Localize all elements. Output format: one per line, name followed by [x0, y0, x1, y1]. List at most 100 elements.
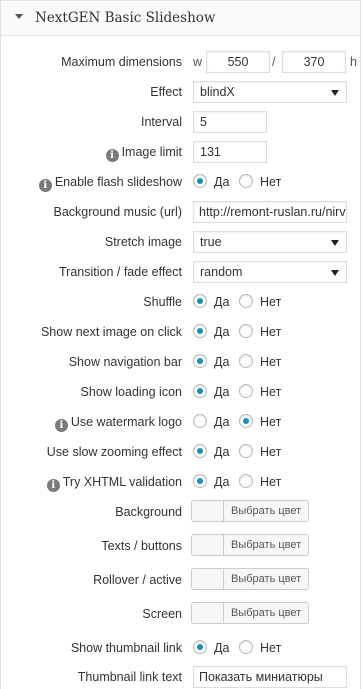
thumbnail-link-text-input[interactable]: Показать миниатюры	[193, 666, 347, 688]
shuffle-no-radio[interactable]	[239, 294, 253, 308]
effect-label: Effect	[150, 85, 182, 99]
show-thumbnail-link-label: Show thumbnail link	[70, 641, 182, 655]
slideshow-settings-panel: NextGEN Basic Slideshow Maximum dimensio…	[0, 0, 361, 689]
show-loading-icon-yes-radio[interactable]	[193, 384, 207, 398]
show-thumbnail-link-yes-label[interactable]: Да	[214, 636, 229, 660]
show-nav-bar-label: Show navigation bar	[68, 355, 182, 369]
show-loading-icon-yes-label[interactable]: Да	[214, 380, 229, 404]
dropdown-arrow-icon	[331, 270, 339, 276]
transition-select[interactable]: random	[193, 261, 347, 283]
shuffle-yes-radio[interactable]	[193, 294, 207, 308]
show-nav-bar-no-radio[interactable]	[239, 354, 253, 368]
max-width-input[interactable]: 550	[206, 51, 270, 73]
stretch-image-label: Stretch image	[104, 235, 182, 249]
texts-buttons-color-label: Texts / buttons	[101, 539, 182, 553]
width-prefix: w	[193, 55, 203, 69]
stretch-image-select[interactable]: true	[193, 231, 347, 253]
background-color-button[interactable]: Выбрать цвет	[224, 500, 310, 522]
slow-zoom-no-label[interactable]: Нет	[260, 440, 281, 464]
use-watermark-yes-label[interactable]: Да	[214, 410, 229, 434]
flash-slideshow-no-label[interactable]: Нет	[260, 170, 281, 194]
show-loading-icon-no-radio[interactable]	[239, 384, 253, 398]
thumbnail-link-text-label: Thumbnail link text	[77, 670, 182, 684]
row-xhtml-validation: i Try XHTML validation Да Нет	[1, 470, 362, 494]
flash-slideshow-yes-label[interactable]: Да	[214, 170, 229, 194]
max-height-input[interactable]: 370	[282, 51, 346, 73]
row-screen-color: Screen Выбрать цвет	[1, 602, 362, 626]
rollover-color-button[interactable]: Выбрать цвет	[224, 568, 310, 590]
row-texts-buttons-color: Texts / buttons Выбрать цвет	[1, 534, 362, 558]
show-loading-icon-label: Show loading icon	[80, 385, 182, 399]
use-watermark-no-label[interactable]: Нет	[260, 410, 281, 434]
panel-header[interactable]: NextGEN Basic Slideshow	[1, 1, 360, 36]
info-icon[interactable]: i	[105, 149, 119, 162]
show-next-on-click-yes-label[interactable]: Да	[214, 320, 229, 344]
xhtml-validation-no-label[interactable]: Нет	[260, 470, 281, 494]
row-image-limit: i Image limit 131	[1, 140, 362, 164]
show-nav-bar-yes-label[interactable]: Да	[214, 350, 229, 374]
flash-slideshow-label-wrap: i Enable flash slideshow	[38, 170, 182, 194]
screen-color-button[interactable]: Выбрать цвет	[224, 602, 310, 624]
slow-zoom-yes-radio[interactable]	[193, 444, 207, 458]
info-icon[interactable]: i	[46, 479, 60, 492]
slow-zoom-no-radio[interactable]	[239, 444, 253, 458]
flash-slideshow-no-radio[interactable]	[239, 174, 253, 188]
row-show-nav-bar: Show navigation bar Да Нет	[1, 350, 362, 374]
dropdown-arrow-icon	[331, 90, 339, 96]
xhtml-validation-label: Try XHTML validation	[62, 475, 182, 489]
xhtml-validation-yes-label[interactable]: Да	[214, 470, 229, 494]
image-limit-input[interactable]: 131	[193, 141, 267, 163]
texts-buttons-color-button[interactable]: Выбрать цвет	[224, 534, 310, 556]
image-limit-label: Image limit	[121, 145, 182, 159]
flash-slideshow-label: Enable flash slideshow	[54, 175, 182, 189]
row-use-watermark: i Use watermark logo Да Нет	[1, 410, 362, 434]
background-music-label: Background music (url)	[53, 205, 182, 219]
screen-color-swatch[interactable]	[191, 602, 224, 624]
show-next-on-click-no-radio[interactable]	[239, 324, 253, 338]
background-color-swatch[interactable]	[191, 500, 224, 522]
texts-buttons-color-swatch[interactable]	[191, 534, 224, 556]
screen-color-label: Screen	[142, 607, 182, 621]
row-stretch-image: Stretch image true	[1, 230, 362, 254]
row-show-thumbnail-link: Show thumbnail link Да Нет	[1, 636, 362, 660]
rollover-color-label: Rollover / active	[93, 573, 182, 587]
background-music-input[interactable]: http://remont-ruslan.ru/nirv	[193, 201, 347, 223]
shuffle-yes-label[interactable]: Да	[214, 290, 229, 314]
max-dimensions-label: Maximum dimensions	[61, 55, 182, 69]
use-watermark-no-radio[interactable]	[239, 414, 253, 428]
show-thumbnail-link-no-label[interactable]: Нет	[260, 636, 281, 660]
collapse-arrow-icon[interactable]	[15, 14, 23, 19]
transition-label: Transition / fade effect	[59, 265, 182, 279]
flash-slideshow-yes-radio[interactable]	[193, 174, 207, 188]
rollover-color-swatch[interactable]	[191, 568, 224, 590]
image-limit-label-wrap: i Image limit	[105, 140, 182, 164]
show-next-on-click-no-label[interactable]: Нет	[260, 320, 281, 344]
slow-zoom-yes-label[interactable]: Да	[214, 440, 229, 464]
use-watermark-label: Use watermark logo	[70, 415, 182, 429]
height-suffix: h	[350, 55, 357, 69]
use-watermark-label-wrap: i Use watermark logo	[54, 410, 182, 434]
use-watermark-yes-radio[interactable]	[193, 414, 207, 428]
info-icon[interactable]: i	[38, 179, 52, 192]
xhtml-validation-no-radio[interactable]	[239, 474, 253, 488]
shuffle-no-label[interactable]: Нет	[260, 290, 281, 314]
slow-zoom-label: Use slow zooming effect	[46, 445, 182, 459]
show-thumbnail-link-no-radio[interactable]	[239, 640, 253, 654]
xhtml-validation-yes-radio[interactable]	[193, 474, 207, 488]
row-rollover-color: Rollover / active Выбрать цвет	[1, 568, 362, 592]
row-max-dimensions: Maximum dimensions w 550 / 370 h	[1, 50, 362, 74]
show-nav-bar-no-label[interactable]: Нет	[260, 350, 281, 374]
row-background-music: Background music (url) http://remont-rus…	[1, 200, 362, 224]
show-next-on-click-yes-radio[interactable]	[193, 324, 207, 338]
interval-input[interactable]: 5	[193, 111, 267, 133]
transition-select-value: random	[200, 265, 243, 279]
show-loading-icon-no-label[interactable]: Нет	[260, 380, 281, 404]
row-transition: Transition / fade effect random	[1, 260, 362, 284]
info-icon[interactable]: i	[54, 419, 68, 432]
row-shuffle: Shuffle Да Нет	[1, 290, 362, 314]
show-nav-bar-yes-radio[interactable]	[193, 354, 207, 368]
effect-select[interactable]: blindX	[193, 81, 347, 103]
dropdown-arrow-icon	[331, 240, 339, 246]
show-thumbnail-link-yes-radio[interactable]	[193, 640, 207, 654]
effect-select-value: blindX	[200, 85, 235, 99]
